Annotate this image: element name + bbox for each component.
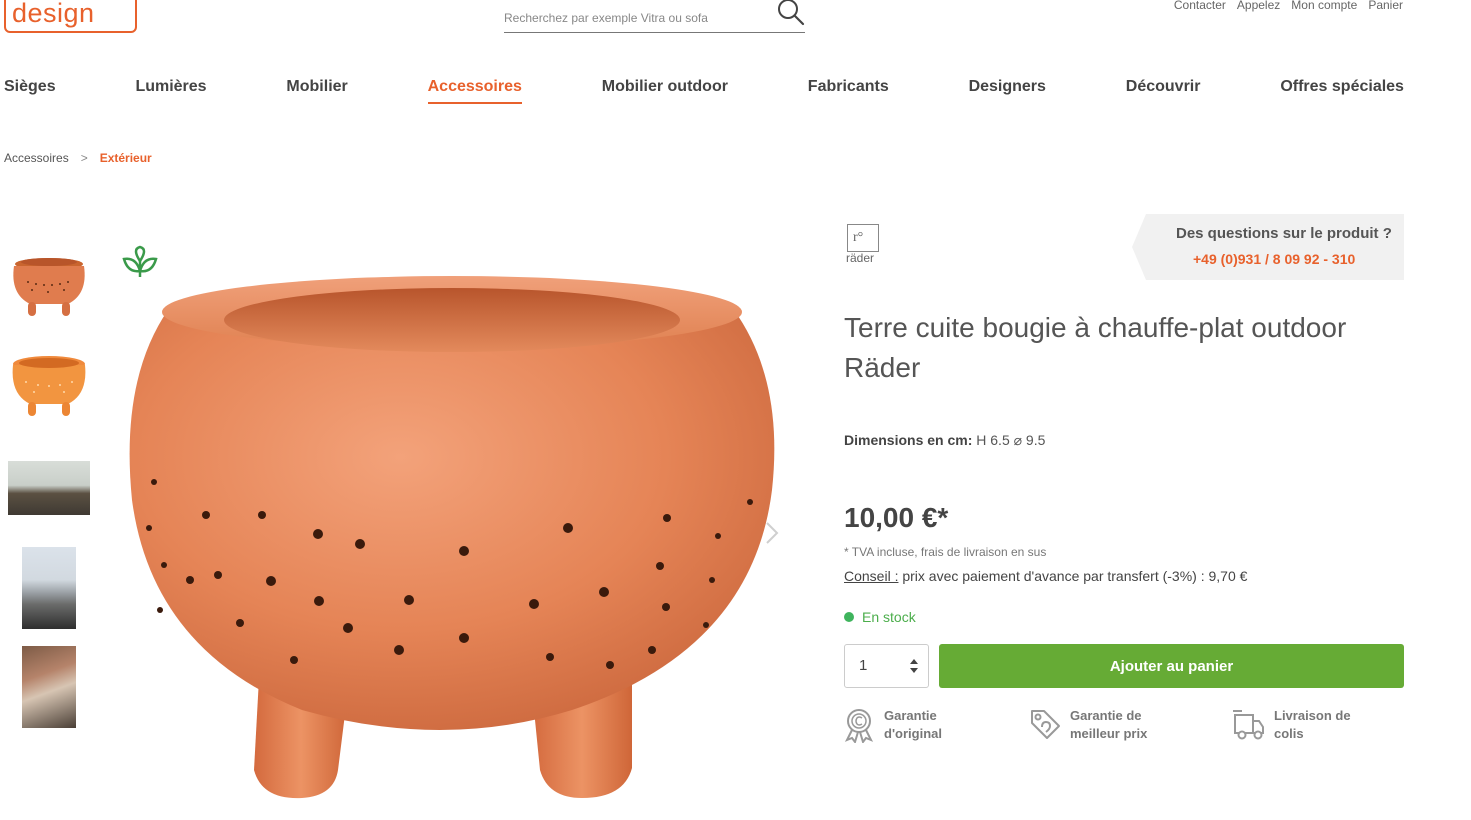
feature-text: Garantie de meilleur prix: [1070, 707, 1147, 743]
site-logo[interactable]: design: [4, 0, 137, 33]
cart-link[interactable]: Panier: [1368, 0, 1403, 12]
feature-original-guarantee: Garantie d'original: [842, 707, 942, 743]
nav-item-fabricants[interactable]: Fabricants: [808, 78, 889, 104]
brand-name: räder: [846, 251, 875, 265]
feature-text: Livraison de colis: [1274, 707, 1351, 743]
quantity-value: 1: [859, 657, 868, 674]
nav-item-lumieres[interactable]: Lumières: [135, 78, 206, 104]
breadcrumb-exterieur[interactable]: Extérieur: [100, 151, 152, 165]
feature-line-1: Livraison de: [1274, 708, 1351, 723]
brand-mark-box: r°: [847, 224, 879, 252]
product-dimensions: Dimensions en cm: H 6.5 ⌀ 9.5: [844, 432, 1045, 449]
account-link[interactable]: Mon compte: [1291, 0, 1357, 12]
certificate-icon: [844, 709, 874, 743]
add-to-cart-button[interactable]: Ajouter au panier: [939, 644, 1404, 688]
feature-text: Garantie d'original: [884, 707, 942, 743]
top-links: Contacter Appelez Mon compte Panier: [1174, 0, 1403, 12]
quantity-select[interactable]: 1: [844, 644, 929, 688]
dimensions-value: H 6.5 ⌀ 9.5: [976, 432, 1046, 448]
stock-status: En stock: [844, 609, 916, 625]
tax-note: * TVA incluse, frais de livraison en sus: [844, 545, 1047, 559]
nav-item-offres-speciales[interactable]: Offres spéciales: [1280, 78, 1404, 104]
thumbnail-4[interactable]: [22, 547, 76, 629]
logo-text: design: [12, 0, 95, 28]
spinner-arrows-icon[interactable]: [910, 659, 918, 673]
feature-line-1: Garantie: [884, 708, 937, 723]
delivery-truck-icon: [1233, 710, 1264, 740]
product-question-box: Des questions sur le produit ? +49 (0)93…: [1132, 214, 1404, 280]
nav-item-sieges[interactable]: Sièges: [4, 78, 56, 104]
search-bar[interactable]: Recherchez par exemple Vitra ou sofa: [504, 0, 805, 33]
breadcrumb: Accessoires > Extérieur: [4, 151, 152, 165]
product-price: 10,00 €*: [844, 502, 949, 533]
search-input[interactable]: Recherchez par exemple Vitra ou sofa: [504, 11, 708, 25]
nav-item-mobilier-outdoor[interactable]: Mobilier outdoor: [602, 78, 728, 104]
stock-label: En stock: [862, 609, 916, 625]
nav-item-accessoires[interactable]: Accessoires: [427, 78, 523, 104]
phone-link[interactable]: +49 (0)931 / 8 09 92 - 310: [1193, 251, 1355, 267]
feature-line-2: colis: [1274, 726, 1304, 741]
nav-item-designers[interactable]: Designers: [969, 78, 1046, 104]
thumbnail-3[interactable]: [8, 461, 90, 515]
contact-link[interactable]: Contacter: [1174, 0, 1226, 12]
question-heading: Des questions sur le produit ?: [1176, 225, 1392, 242]
chevron-right-icon[interactable]: [762, 520, 782, 546]
main-nav: Sièges Lumières Mobilier Accessoires Mob…: [4, 78, 1404, 104]
nav-item-mobilier[interactable]: Mobilier: [286, 78, 347, 104]
tip-label[interactable]: Conseil :: [844, 568, 898, 584]
call-link[interactable]: Appelez: [1237, 0, 1280, 12]
breadcrumb-separator: >: [80, 151, 88, 165]
thumbnail-2[interactable]: [8, 350, 90, 422]
feature-delivery: Livraison de colis: [1232, 707, 1351, 743]
nav-item-decouvrir[interactable]: Découvrir: [1126, 78, 1201, 104]
breadcrumb-accessoires[interactable]: Accessoires: [4, 151, 69, 165]
feature-best-price: Garantie de meilleur prix: [1028, 707, 1147, 743]
stock-dot-icon: [844, 612, 854, 622]
search-icon[interactable]: [777, 0, 805, 26]
thumbnail-1[interactable]: [8, 248, 90, 324]
brand-logo[interactable]: r° räder: [845, 224, 881, 266]
dimensions-label: Dimensions en cm:: [844, 432, 973, 448]
feature-line-1: Garantie de: [1070, 708, 1142, 723]
product-title: Terre cuite bougie à chauffe-plat outdoo…: [844, 312, 1347, 383]
price-tag-icon: [1031, 710, 1060, 739]
tip-text: prix avec paiement d'avance par transfer…: [898, 568, 1248, 584]
thumbnail-5[interactable]: [22, 646, 76, 728]
brand-mark: r°: [853, 230, 864, 245]
product-main-image[interactable]: [112, 270, 802, 810]
feature-line-2: meilleur prix: [1070, 726, 1148, 741]
prepayment-tip: Conseil : prix avec paiement d'avance pa…: [844, 568, 1247, 584]
feature-line-2: d'original: [884, 726, 942, 741]
